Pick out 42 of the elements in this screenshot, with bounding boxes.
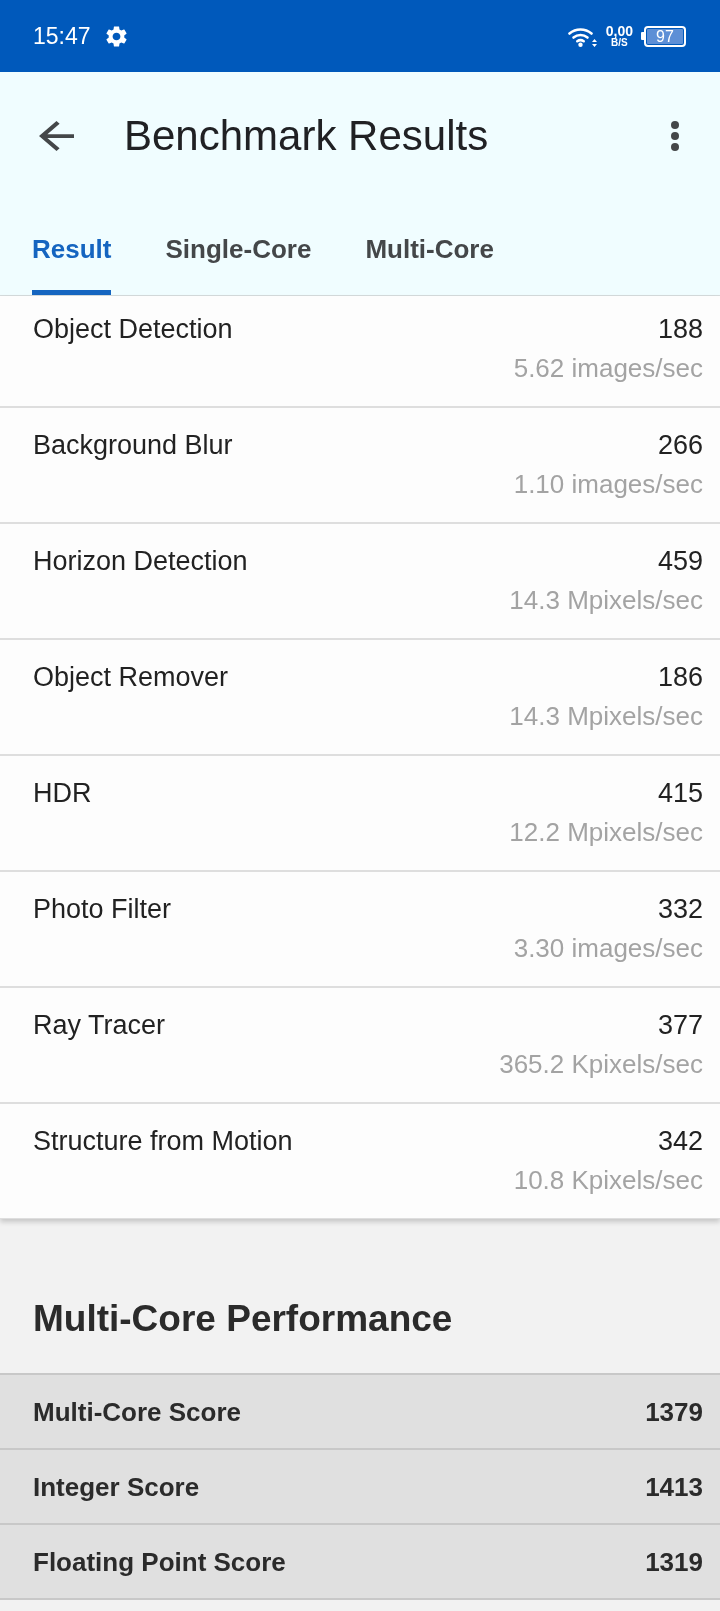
test-name: Ray Tracer (33, 1009, 166, 1042)
test-score: 332 (657, 893, 703, 926)
test-rate: 14.3 Mpixels/sec (509, 700, 703, 733)
screen-title: Benchmark Results (124, 111, 489, 161)
test-rate: 12.2 Mpixels/sec (509, 816, 703, 849)
back-arrow-icon[interactable] (39, 121, 74, 151)
test-rate: 14.3 Mpixels/sec (509, 584, 703, 617)
score-label: Floating Point Score (33, 1545, 286, 1579)
score-label: Multi-Core Score (33, 1395, 242, 1429)
test-name: Horizon Detection (33, 545, 248, 578)
kebab-menu-icon[interactable] (671, 121, 679, 151)
test-name: Structure from Motion (33, 1125, 293, 1158)
tab[interactable]: Multi-Core (365, 200, 494, 295)
test-score: 342 (657, 1125, 703, 1158)
test-score: 186 (657, 661, 703, 694)
test-name: Object Remover (33, 661, 229, 694)
test-score: 266 (657, 429, 703, 462)
test-score: 459 (657, 545, 703, 578)
score-value: 1379 (645, 1395, 703, 1429)
test-rate: 365.2 Kpixels/sec (499, 1048, 703, 1081)
test-name: HDR (33, 777, 92, 810)
status-time: 15:47 (33, 22, 91, 50)
section-heading: Multi-Core Performance (32, 1297, 454, 1341)
score-value: 1319 (645, 1545, 703, 1579)
test-score: 377 (657, 1009, 703, 1042)
score-value: 1413 (645, 1470, 703, 1504)
test-rate: 3.30 images/sec (513, 932, 703, 965)
test-rate: 10.8 Kpixels/sec (513, 1164, 703, 1197)
test-name: Background Blur (33, 429, 233, 462)
gear-icon (105, 25, 127, 47)
network-speed: 0,00 (605, 24, 633, 38)
network-speed-unit: B/S (611, 37, 628, 48)
test-score: 188 (657, 313, 703, 346)
test-name: Photo Filter (33, 893, 172, 926)
score-label: Integer Score (33, 1470, 200, 1504)
wifi-icon (567, 25, 597, 47)
test-rate: 5.62 images/sec (513, 352, 703, 385)
test-name: Object Detection (33, 313, 233, 346)
battery-indicator: 97 (641, 25, 686, 47)
test-score: 415 (657, 777, 703, 810)
tab[interactable]: Single-Core (165, 200, 312, 295)
test-rate: 1.10 images/sec (513, 468, 703, 501)
